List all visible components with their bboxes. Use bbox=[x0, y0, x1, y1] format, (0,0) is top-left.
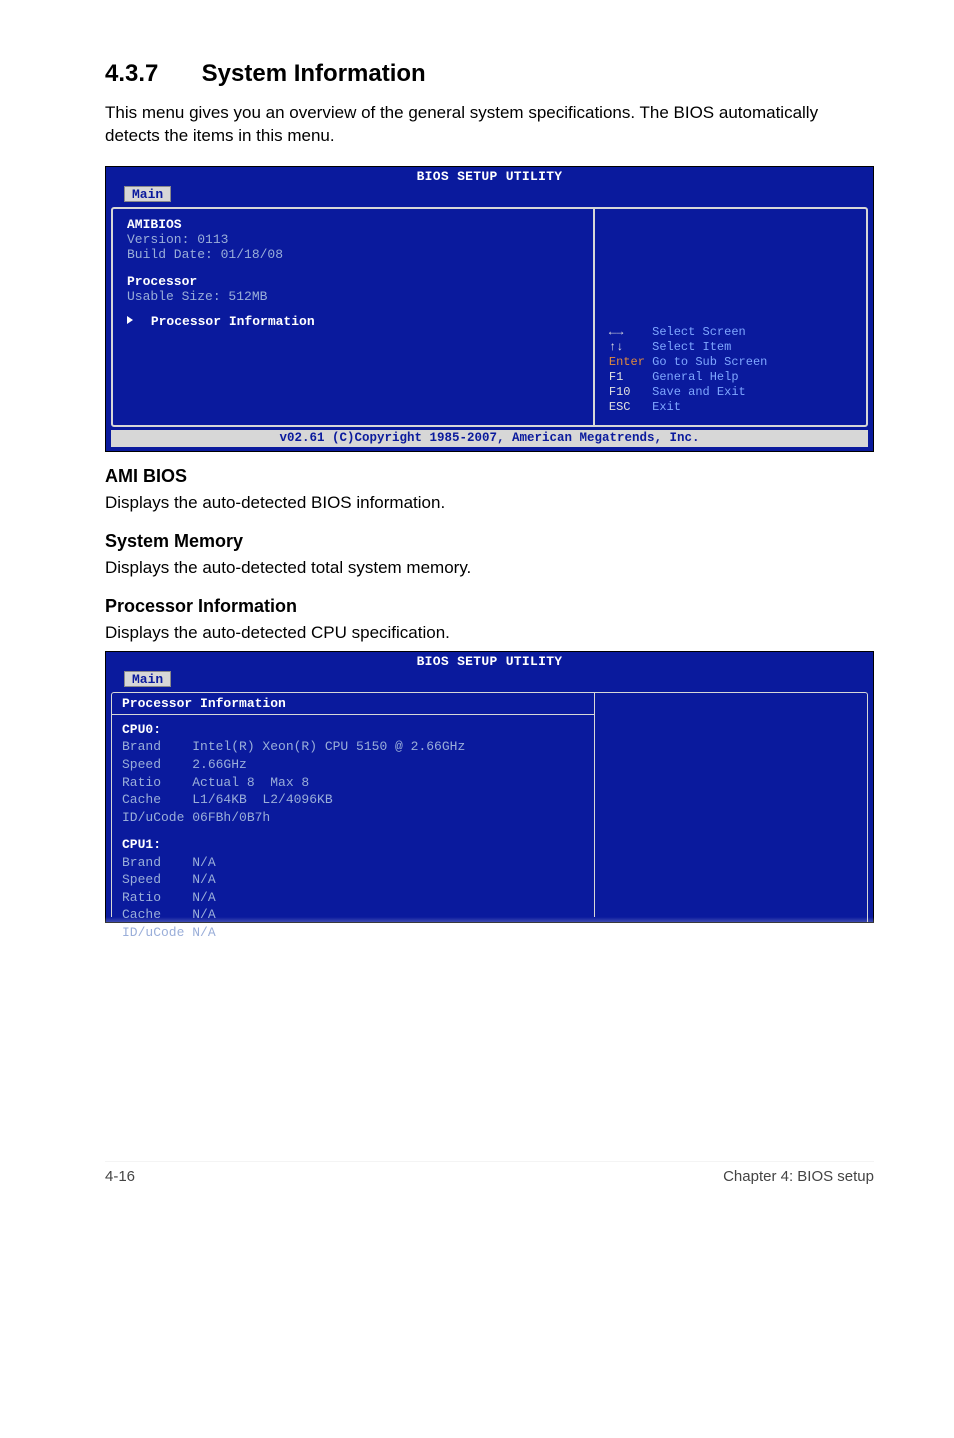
cpu0-speed: Speed 2.66GHz bbox=[122, 756, 584, 774]
section-intro: This menu gives you an overview of the g… bbox=[105, 102, 874, 148]
cpu0-heading: CPU0: bbox=[122, 721, 584, 739]
cpu1-heading: CPU1: bbox=[122, 836, 584, 854]
bios-right-panel: ←→ Select Screen ↑↓ Select Item Enter Go… bbox=[595, 209, 866, 425]
processor-info-label: Processor Information bbox=[151, 314, 315, 329]
page-number: 4-16 bbox=[105, 1168, 135, 1185]
cpu0-ucode: ID/uCode 06FBh/0B7h bbox=[122, 809, 584, 827]
cpu1-cache: Cache N/A bbox=[122, 906, 584, 924]
bios-nav-hints: ←→ Select Screen ↑↓ Select Item Enter Go… bbox=[609, 325, 767, 415]
submenu-arrow-icon bbox=[127, 316, 133, 324]
procinfo-title: Processor Information bbox=[111, 692, 595, 715]
bios2-tab-main[interactable]: Main bbox=[124, 671, 171, 687]
chapter-label: Chapter 4: BIOS setup bbox=[723, 1168, 874, 1185]
bios2-right-panel bbox=[595, 692, 868, 922]
bios2-header: BIOS SETUP UTILITY bbox=[106, 652, 873, 671]
section-heading: 4.3.7 System Information bbox=[105, 60, 874, 88]
bios-version-line: Version: 0113 bbox=[127, 232, 583, 247]
processor-info-para: Displays the auto-detected CPU specifica… bbox=[105, 623, 874, 643]
bios-screen-procinfo: BIOS SETUP UTILITY Main Processor Inform… bbox=[105, 651, 874, 923]
processor-info-heading: Processor Information bbox=[105, 596, 874, 617]
cpu1-speed: Speed N/A bbox=[122, 871, 584, 889]
system-memory-para: Displays the auto-detected total system … bbox=[105, 558, 874, 578]
page-footer: 4-16 Chapter 4: BIOS setup bbox=[105, 1161, 874, 1185]
cpu0-cache: Cache L1/64KB L2/4096KB bbox=[122, 791, 584, 809]
ami-bios-para: Displays the auto-detected BIOS informat… bbox=[105, 493, 874, 513]
bios-builddate-line: Build Date: 01/18/08 bbox=[127, 247, 583, 262]
cpu1-ucode: ID/uCode N/A bbox=[122, 924, 584, 942]
cpu1-brand: Brand N/A bbox=[122, 854, 584, 872]
bios2-left-panel: Processor Information CPU0: Brand Intel(… bbox=[111, 692, 595, 922]
processor-heading: Processor bbox=[127, 274, 583, 289]
cpu1-ratio: Ratio N/A bbox=[122, 889, 584, 907]
ami-bios-heading: AMI BIOS bbox=[105, 466, 874, 487]
processor-info-submenu[interactable]: Processor Information bbox=[127, 314, 583, 329]
bios-screen-main: BIOS SETUP UTILITY Main AMIBIOS Version:… bbox=[105, 166, 874, 452]
amibios-heading: AMIBIOS bbox=[127, 217, 583, 232]
bios-tab-strip: Main bbox=[106, 186, 873, 204]
section-title-text: System Information bbox=[202, 60, 426, 87]
cpu0-brand: Brand Intel(R) Xeon(R) CPU 5150 @ 2.66GH… bbox=[122, 738, 584, 756]
system-memory-heading: System Memory bbox=[105, 531, 874, 552]
cpu0-ratio: Ratio Actual 8 Max 8 bbox=[122, 774, 584, 792]
usable-size-line: Usable Size: 512MB bbox=[127, 289, 583, 304]
bios-header: BIOS SETUP UTILITY bbox=[106, 167, 873, 186]
bios2-tab-strip: Main bbox=[106, 671, 873, 689]
bios-tab-main[interactable]: Main bbox=[124, 186, 171, 202]
section-number: 4.3.7 bbox=[105, 60, 195, 88]
bios-footer-copyright: v02.61 (C)Copyright 1985-2007, American … bbox=[111, 430, 868, 447]
bios-left-panel: AMIBIOS Version: 0113 Build Date: 01/18/… bbox=[113, 209, 595, 425]
